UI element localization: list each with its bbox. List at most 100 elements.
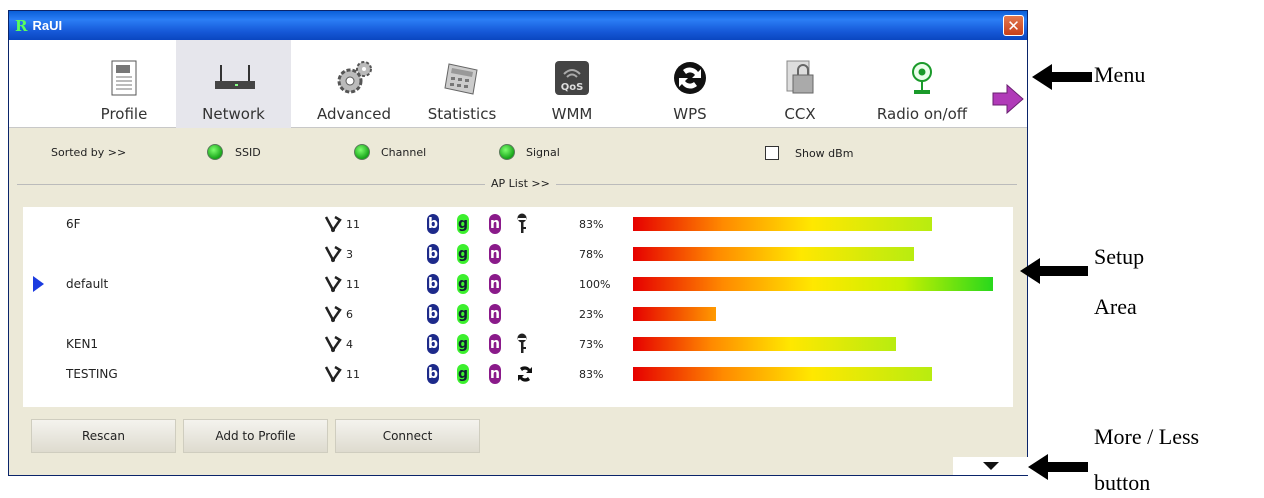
key-icon <box>515 213 529 239</box>
menu-item-profile[interactable]: Profile <box>69 40 179 128</box>
ap-signal-text: 78% <box>579 248 604 261</box>
more-less-button[interactable] <box>953 457 1029 475</box>
ap-signal-text: 23% <box>579 308 604 321</box>
menu-label-radio: Radio on/off <box>876 105 968 123</box>
mode-n-badge: n <box>489 304 501 324</box>
svg-text:QoS: QoS <box>561 82 584 93</box>
menu-item-advanced[interactable]: Advanced <box>299 40 409 128</box>
menu-label-network: Network <box>202 105 265 123</box>
show-dbm-checkbox[interactable] <box>765 146 779 160</box>
chevron-down-icon <box>983 462 999 470</box>
signal-bar <box>633 337 896 351</box>
mode-g-badge: g <box>457 304 469 324</box>
menu-pointer-arrow-icon <box>1032 64 1092 90</box>
connect-button[interactable]: Connect <box>335 419 480 453</box>
title-bar: R RaUI ✕ <box>9 11 1027 40</box>
moreless-pointer-arrow-icon <box>1028 454 1088 480</box>
menu-label-profile: Profile <box>100 105 148 123</box>
channel-icon <box>323 334 343 358</box>
sort-bar: Sorted by >> SSID Channel Signal Show dB… <box>9 129 1027 207</box>
wps-small-icon <box>515 363 535 389</box>
ap-row[interactable]: KEN1 4 b g n 73% <box>23 329 1013 359</box>
menu-bar: Profile Network Advanced Statistics QoS … <box>9 40 1027 128</box>
ap-signal-text: 83% <box>579 218 604 231</box>
sort-signal-radio[interactable] <box>499 144 515 160</box>
mode-g-badge: g <box>457 364 469 384</box>
mode-g-badge: g <box>457 274 469 294</box>
mode-b-badge: b <box>427 214 439 234</box>
signal-bar <box>633 217 932 231</box>
raui-window: R RaUI ✕ Profile Network Advanced Statis… <box>8 10 1029 476</box>
calculator-icon <box>441 57 483 99</box>
ap-channel: 6 <box>346 308 353 321</box>
channel-icon <box>323 274 343 298</box>
rescan-button[interactable]: Rescan <box>31 419 176 453</box>
gears-icon <box>333 57 375 99</box>
mode-n-badge: n <box>489 274 501 294</box>
ap-row[interactable]: TESTING 11 b g n 83% <box>23 359 1013 389</box>
menu-label-ccx: CCX <box>784 105 816 123</box>
menu-next-arrow-icon[interactable] <box>991 82 1025 120</box>
ap-signal-text: 83% <box>579 368 604 381</box>
signal-bar <box>633 367 932 381</box>
app-logo: R <box>15 16 28 35</box>
menu-item-wmm[interactable]: QoS WMM <box>517 40 627 128</box>
wps-icon <box>669 57 711 99</box>
annotation-menu: Menu <box>1094 62 1146 87</box>
radio-icon <box>901 57 943 99</box>
ap-row[interactable]: 6F 11 b g n 83% <box>23 209 1013 239</box>
menu-item-radio[interactable]: Radio on/off <box>861 40 983 128</box>
ap-ssid: default <box>66 277 109 291</box>
channel-icon <box>323 364 343 388</box>
mode-g-badge: g <box>457 214 469 234</box>
close-button[interactable]: ✕ <box>1003 15 1024 36</box>
ap-list-label: AP List >> <box>485 177 556 190</box>
sort-ssid-radio[interactable] <box>207 144 223 160</box>
menu-item-wps[interactable]: WPS <box>635 40 745 128</box>
channel-icon <box>323 304 343 328</box>
mode-b-badge: b <box>427 304 439 324</box>
ap-ssid: TESTING <box>66 367 118 381</box>
sort-channel-label: Channel <box>381 146 427 159</box>
key-icon <box>515 333 529 359</box>
signal-bar <box>633 247 914 261</box>
mode-n-badge: n <box>489 364 501 384</box>
annotation-setup: Setup <box>1094 244 1145 269</box>
sort-channel-radio[interactable] <box>354 144 370 160</box>
ap-channel: 11 <box>346 368 360 381</box>
annotation-area: Area <box>1094 294 1137 319</box>
mode-g-badge: g <box>457 244 469 264</box>
ap-channel: 11 <box>346 218 360 231</box>
sort-ssid-label: SSID <box>235 146 261 159</box>
ap-channel: 11 <box>346 278 360 291</box>
router-icon <box>213 57 255 99</box>
sort-signal-label: Signal <box>526 146 560 159</box>
setup-pointer-arrow-icon <box>1020 258 1088 284</box>
add-to-profile-button[interactable]: Add to Profile <box>183 419 328 453</box>
ap-row[interactable]: 3 b g n 78% <box>23 239 1013 269</box>
mode-g-badge: g <box>457 334 469 354</box>
sorted-by-label: Sorted by >> <box>51 146 127 159</box>
ap-row-selected[interactable]: default 11 b g n 100% <box>23 269 1013 299</box>
channel-icon <box>323 244 343 268</box>
ap-list: 6F 11 b g n 83% 3 b g n 78% default 11 b <box>23 207 1013 407</box>
ap-signal-text: 100% <box>579 278 611 291</box>
mode-n-badge: n <box>489 214 501 234</box>
menu-label-wmm: WMM <box>551 105 593 123</box>
menu-item-network[interactable]: Network <box>176 40 291 128</box>
ap-channel: 4 <box>346 338 353 351</box>
show-dbm-label: Show dBm <box>795 147 854 160</box>
profile-icon <box>103 57 145 99</box>
mode-n-badge: n <box>489 334 501 354</box>
menu-label-statistics: Statistics <box>427 105 497 123</box>
mode-n-badge: n <box>489 244 501 264</box>
mode-b-badge: b <box>427 364 439 384</box>
button-bar: Rescan Add to Profile Connect <box>9 411 1027 455</box>
menu-item-statistics[interactable]: Statistics <box>407 40 517 128</box>
menu-item-ccx[interactable]: CCX <box>745 40 855 128</box>
window-title: RaUI <box>32 18 63 33</box>
signal-bar <box>633 307 716 321</box>
ap-row[interactable]: 6 b g n 23% <box>23 299 1013 329</box>
menu-label-advanced: Advanced <box>316 105 392 123</box>
annotation-moreless: More / Less <box>1094 424 1200 449</box>
